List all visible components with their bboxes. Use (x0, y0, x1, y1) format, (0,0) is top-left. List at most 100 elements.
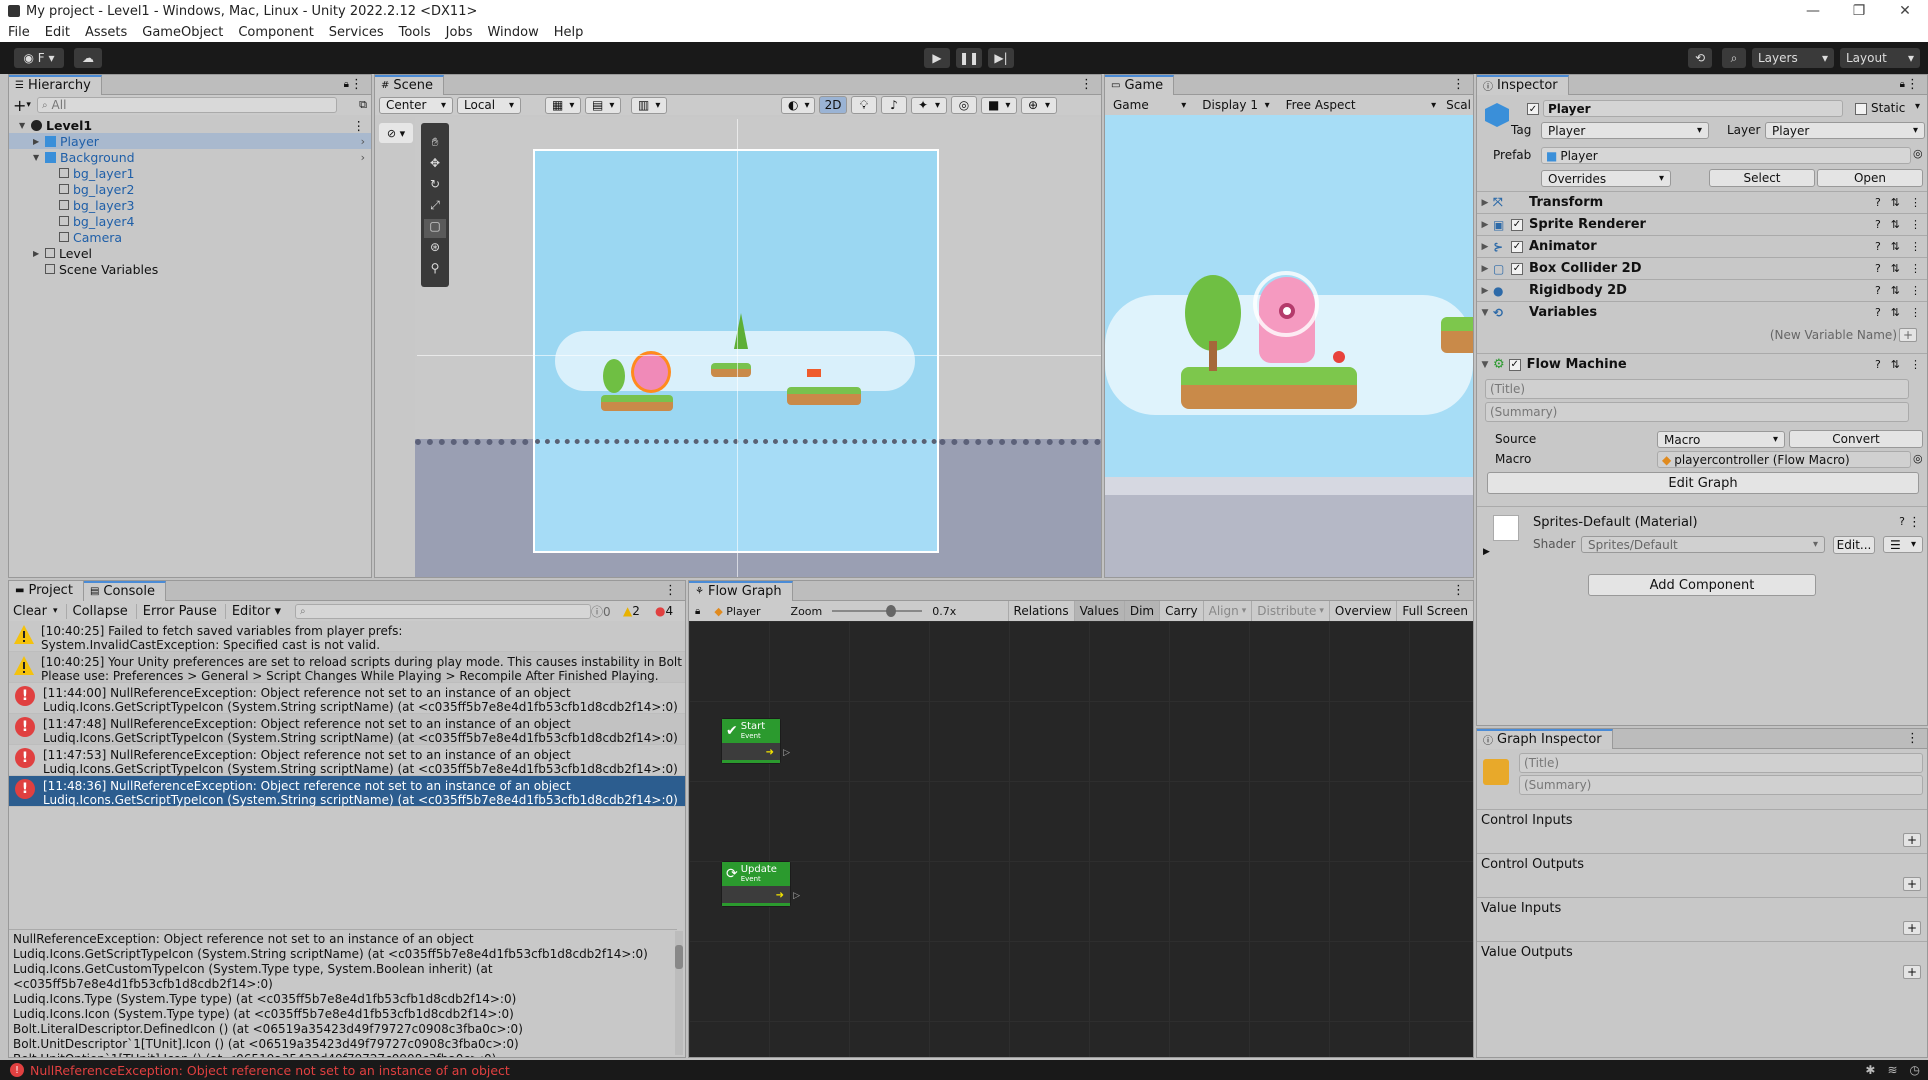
scene-viewport[interactable] (415, 117, 1101, 577)
help-icon[interactable]: ? (1875, 262, 1881, 275)
help-icon[interactable]: ? (1899, 515, 1905, 528)
zoom-slider-handle[interactable] (886, 605, 897, 617)
console-log-entry[interactable]: [10:40:25] Your Unity preferences are se… (9, 652, 685, 683)
progress-icon[interactable]: ◷ (1910, 1063, 1920, 1077)
update-event-node[interactable]: ⟳ Update Event ➜ ▷ (721, 861, 800, 907)
space-dropdown[interactable]: Local (457, 96, 521, 114)
more-options-icon[interactable]: ⋮ (1906, 77, 1919, 92)
hierarchy-item[interactable]: Scene Variables (9, 261, 371, 277)
hierarchy-item[interactable]: bg_layer1 (9, 165, 371, 181)
search-button[interactable]: ⌕ (1722, 48, 1746, 68)
cloud-button[interactable]: ☁ (74, 48, 102, 68)
add-port-button[interactable]: + (1903, 833, 1921, 847)
graph-toolbar-button[interactable]: Relations (1007, 601, 1074, 621)
transform-tool-icon[interactable]: ⊛ (430, 240, 440, 259)
graph-toolbar-button[interactable]: Overview (1328, 601, 1397, 621)
warn-count-toggle[interactable]: ▲2 (623, 604, 640, 618)
component-enabled-checkbox[interactable]: ✓ (1511, 240, 1523, 253)
editor-dropdown[interactable]: Editor ▾ (224, 603, 287, 619)
menu-file[interactable]: File (8, 25, 30, 40)
scale-label[interactable]: Scal (1446, 98, 1471, 112)
help-icon[interactable]: ? (1875, 358, 1881, 371)
component-row[interactable]: ▶ ● Rigidbody 2D? ⇅ ⋮ (1477, 279, 1927, 301)
console-log-entry[interactable]: ! [11:48:36] NullReferenceException: Obje… (9, 776, 685, 807)
menu-component[interactable]: Component (238, 25, 313, 40)
graph-toolbar-button[interactable]: Carry (1159, 601, 1203, 621)
chevron-down-icon[interactable]: ▼ (33, 153, 45, 162)
error-pause-button[interactable]: Error Pause (135, 603, 223, 619)
tab-hierarchy[interactable]: ☰ Hierarchy (9, 74, 102, 95)
tab-inspector[interactable]: ⓘ Inspector (1477, 74, 1569, 95)
more-options-icon[interactable]: ⋮ (1910, 196, 1921, 209)
info-count-toggle[interactable]: ⓘ0 (591, 603, 611, 620)
chevron-right-icon[interactable]: ▶ (33, 137, 45, 146)
toggle-2d-button[interactable]: 2D (819, 96, 847, 114)
menu-gameobject[interactable]: GameObject (142, 25, 223, 40)
scene-picker-icon[interactable]: ⧉ (359, 98, 367, 112)
aspect-dropdown[interactable]: Free Aspect (1280, 97, 1443, 114)
tab-game[interactable]: ▭ Game (1105, 74, 1175, 95)
tab-console[interactable]: ▤ Console (83, 580, 166, 601)
control-output-port-icon[interactable]: ➜ (766, 747, 774, 758)
active-checkbox[interactable]: ✓ (1527, 103, 1539, 115)
effects-dropdown[interactable]: ✦ (911, 96, 947, 114)
more-options-icon[interactable]: ⋮ (353, 118, 366, 133)
more-options-icon[interactable]: ⋮ (1910, 284, 1921, 297)
chevron-down-icon[interactable]: ▾ (1915, 101, 1920, 112)
component-row[interactable]: ▶ ⤧ Transform? ⇅ ⋮ (1477, 191, 1927, 213)
close-button[interactable]: ✕ (1882, 0, 1928, 22)
hierarchy-item[interactable]: ▼ Level1 ⋮ (9, 117, 371, 133)
convert-button[interactable]: Convert (1789, 430, 1923, 448)
hierarchy-item[interactable]: bg_layer3 (9, 197, 371, 213)
overrides-dropdown[interactable]: Overrides (1541, 170, 1671, 187)
console-log-entry[interactable]: ! [11:44:00] NullReferenceException: Obje… (9, 683, 685, 714)
debug-icon[interactable]: ✱ (1865, 1063, 1875, 1077)
console-log-entry[interactable]: ! [11:47:48] NullReferenceException: Obje… (9, 714, 685, 745)
chevron-down-icon[interactable]: ▾ (26, 100, 31, 110)
hierarchy-item[interactable]: ▶ Player › (9, 133, 371, 149)
error-count-toggle[interactable]: ●4 (655, 604, 673, 618)
hierarchy-search-input[interactable]: ⌕ All (36, 97, 337, 113)
play-button[interactable]: ▶ (924, 48, 950, 68)
graph-toolbar-button[interactable]: Distribute ▾ (1251, 601, 1329, 621)
minimize-button[interactable]: — (1790, 0, 1836, 22)
camera-dropdown[interactable]: ■ (981, 96, 1017, 114)
graph-title-input[interactable]: (Title) (1519, 753, 1923, 773)
layout-dropdown[interactable]: Layout ▾ (1840, 48, 1920, 68)
lock-icon[interactable]: 🔒︎ (1900, 79, 1905, 90)
maximize-button[interactable]: ❐ (1836, 0, 1882, 22)
chevron-down-icon[interactable]: ▾ (53, 606, 58, 616)
object-name-input[interactable]: Player (1543, 100, 1843, 117)
component-enabled-checkbox[interactable]: ✓ (1511, 262, 1523, 275)
add-icon[interactable]: + (13, 96, 26, 115)
port-arrow-icon[interactable]: ▷ (783, 748, 790, 758)
console-log-entry[interactable]: [10:40:25] Failed to fetch saved variabl… (9, 621, 685, 652)
zoom-slider[interactable] (832, 605, 923, 617)
help-icon[interactable]: ? (1875, 218, 1881, 231)
visibility-button[interactable]: ◎ (951, 96, 977, 114)
help-icon[interactable]: ? (1875, 240, 1881, 253)
flow-title-input[interactable]: (Title) (1485, 379, 1909, 399)
collapse-button[interactable]: Collapse (65, 603, 134, 619)
hand-tool-icon[interactable]: ✋︎ (432, 135, 439, 154)
draw-mode-dropdown[interactable]: ◐ (781, 96, 815, 114)
network-icon[interactable]: ≋ (1887, 1063, 1897, 1077)
move-tool-icon[interactable]: ✥ (430, 156, 440, 175)
game-view-dropdown[interactable]: Game (1107, 97, 1192, 114)
graph-toolbar-button[interactable]: Dim (1123, 601, 1160, 621)
align-dropdown[interactable]: ▥ (631, 96, 667, 114)
component-enabled-checkbox[interactable]: ✓ (1511, 218, 1523, 231)
console-detail-scrollbar[interactable] (675, 931, 683, 1055)
source-dropdown[interactable]: Macro (1657, 431, 1785, 448)
menu-window[interactable]: Window (487, 25, 538, 40)
menu-help[interactable]: Help (554, 25, 584, 40)
settings-icon[interactable]: ⇅ (1891, 218, 1900, 231)
grid-snap-dropdown[interactable]: ▦ (545, 96, 581, 114)
status-message[interactable]: NullReferenceException: Object reference… (30, 1063, 510, 1078)
layer-dropdown[interactable]: Player (1765, 122, 1925, 139)
more-options-icon[interactable]: ⋮ (1910, 306, 1921, 319)
add-port-button[interactable]: + (1903, 877, 1921, 891)
more-options-icon[interactable]: ⋮ (350, 77, 363, 92)
menu-edit[interactable]: Edit (45, 25, 70, 40)
flow-summary-input[interactable]: (Summary) (1485, 402, 1909, 422)
